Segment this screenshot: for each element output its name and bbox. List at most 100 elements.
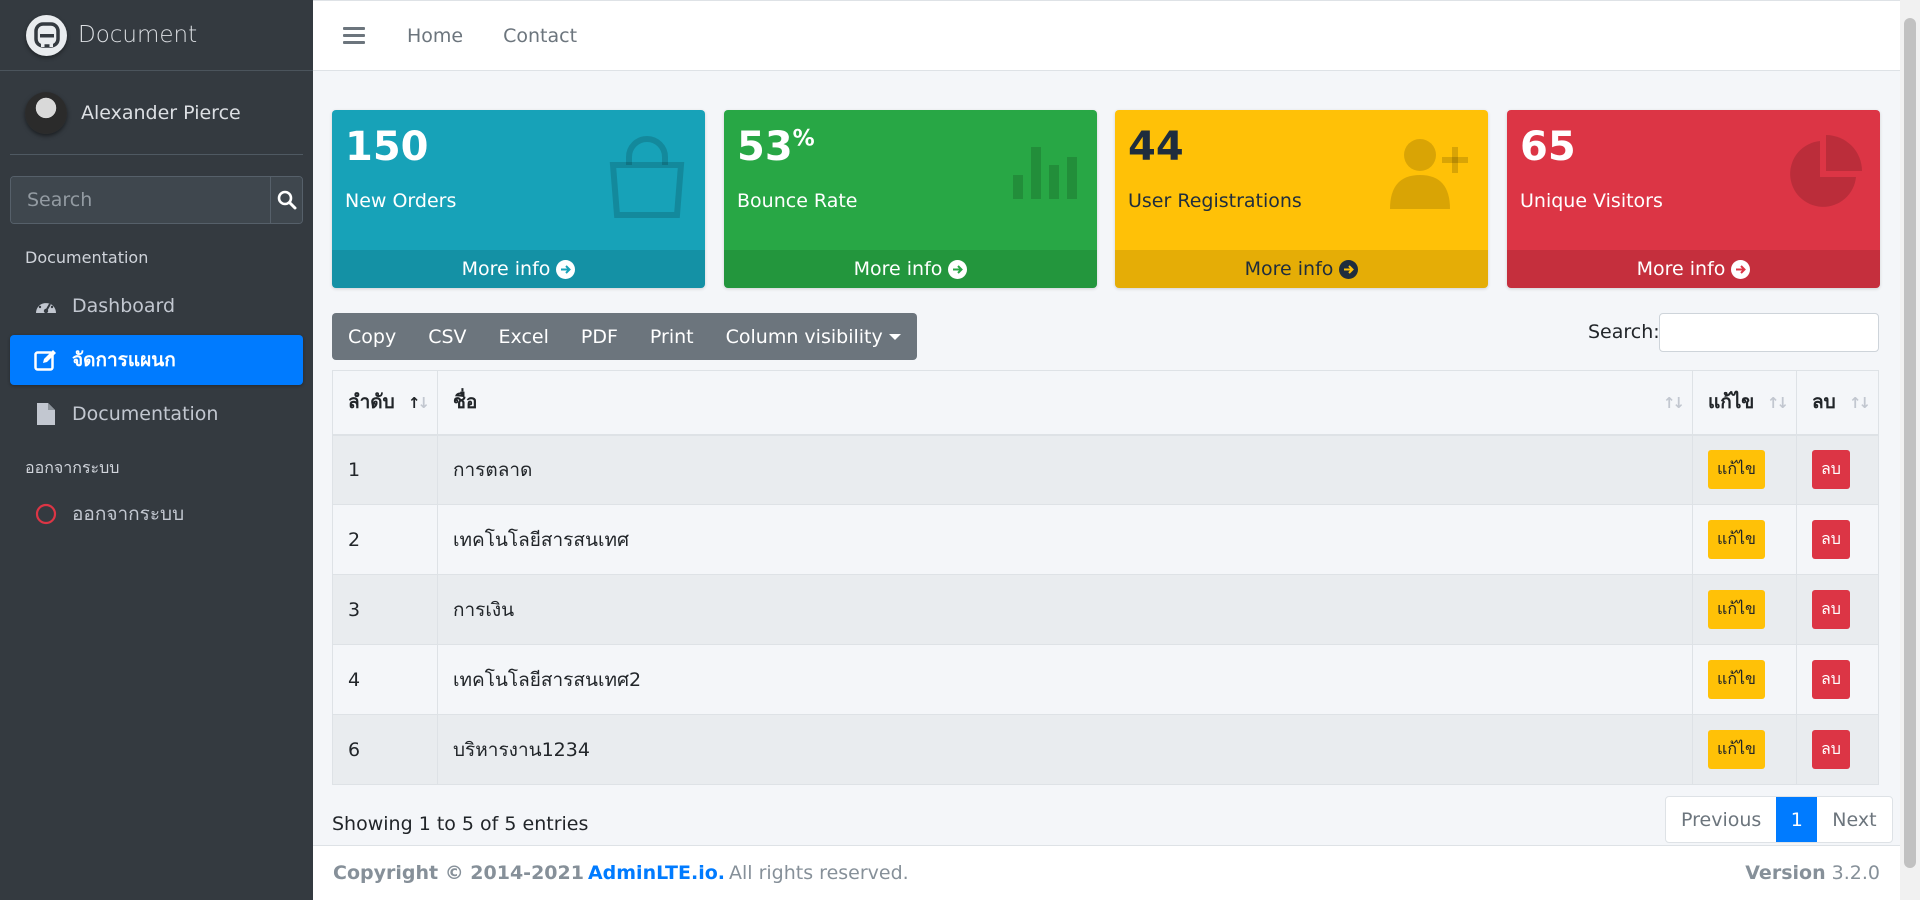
sidebar-search-input[interactable] xyxy=(11,177,270,223)
stat-label: Unique Visitors xyxy=(1520,190,1663,212)
edit-button[interactable]: แก้ไข xyxy=(1708,450,1765,490)
sidebar-item-department[interactable]: จัดการแผนก xyxy=(10,335,303,385)
print-button[interactable]: Print xyxy=(634,313,710,360)
search-icon xyxy=(277,190,296,210)
stat-box-registrations: 44 User Registrations More info xyxy=(1115,110,1488,288)
user-name[interactable]: Alexander Pierce xyxy=(81,102,241,124)
stat-label: User Registrations xyxy=(1128,190,1302,212)
cell-order: 2 xyxy=(332,504,438,575)
table-row: 4 เทคโนโลยีสารสนเทศ2 แก้ไข ลบ xyxy=(332,644,1879,715)
sidebar-item-dashboard[interactable]: Dashboard xyxy=(10,281,303,331)
column-visibility-button[interactable]: Column visibility xyxy=(710,313,917,360)
adminlte-link[interactable]: AdminLTE.io. xyxy=(588,862,725,884)
sort-asc-icon: ↑↓ xyxy=(407,394,430,412)
nav-header-documentation: Documentation xyxy=(25,248,149,267)
stat-value: 44 xyxy=(1128,124,1184,170)
user-panel[interactable]: Alexander Pierce xyxy=(10,71,303,155)
sidebar-item-documentation[interactable]: Documentation xyxy=(10,389,303,439)
edit-button[interactable]: แก้ไข xyxy=(1708,730,1765,769)
sort-icon: ↑↓ xyxy=(1848,394,1871,412)
pagination: Previous 1 Next xyxy=(1665,796,1893,843)
column-header-name[interactable]: ชื่อ ↑↓ xyxy=(437,370,1693,436)
table-row: 1 การตลาด แก้ไข ลบ xyxy=(332,434,1879,505)
cell-name: บริหารงาน1234 xyxy=(437,714,1693,785)
main-footer: Copyright © 2014-2021 AdminLTE.io. All r… xyxy=(313,845,1900,900)
version-info: Version 3.2.0 xyxy=(1745,862,1880,884)
cell-order: 3 xyxy=(332,574,438,645)
column-header-edit[interactable]: แก้ไข ↑↓ xyxy=(1692,370,1797,436)
edit-button[interactable]: แก้ไข xyxy=(1708,520,1765,559)
bar-chart-icon xyxy=(1013,147,1077,199)
file-icon xyxy=(34,402,58,426)
stat-value: 150 xyxy=(345,124,429,170)
scrollbar-thumb[interactable] xyxy=(1904,18,1916,868)
stat-label: Bounce Rate xyxy=(737,190,858,212)
sidebar-search-button[interactable] xyxy=(270,177,302,223)
edit-button[interactable]: แก้ไข xyxy=(1708,590,1765,629)
logo-icon xyxy=(26,14,67,56)
delete-button[interactable]: ลบ xyxy=(1812,660,1850,699)
edit-icon xyxy=(34,348,58,372)
stat-box-orders: 150 New Orders More info xyxy=(332,110,705,288)
menu-toggle-icon[interactable] xyxy=(343,27,365,44)
main-sidebar: Document Alexander Pierce Documentation … xyxy=(0,0,313,900)
rights-text: All rights reserved. xyxy=(729,862,909,884)
nav-link-home[interactable]: Home xyxy=(407,25,463,47)
table-search-label: Search: xyxy=(1588,321,1660,343)
pdf-button[interactable]: PDF xyxy=(565,313,634,360)
cell-name: การเงิน xyxy=(437,574,1693,645)
cell-order: 1 xyxy=(332,434,438,505)
dashboard-icon xyxy=(34,294,58,318)
edit-button[interactable]: แก้ไข xyxy=(1708,660,1765,699)
cell-name: การตลาด xyxy=(437,434,1693,505)
more-info-link[interactable]: More info xyxy=(1115,250,1488,288)
pie-chart-icon xyxy=(1790,135,1862,207)
more-info-link[interactable]: More info xyxy=(724,250,1097,288)
table-info: Showing 1 to 5 of 5 entries xyxy=(332,813,589,835)
sidebar-search xyxy=(10,176,303,224)
cell-name: เทคโนโลยีสารสนเทศ2 xyxy=(437,644,1693,715)
export-button-group: Copy CSV Excel PDF Print Column visibili… xyxy=(332,313,917,360)
delete-button[interactable]: ลบ xyxy=(1812,520,1850,559)
shopping-bag-icon xyxy=(609,136,685,218)
user-plus-icon xyxy=(1390,139,1468,209)
top-navbar: Home Contact xyxy=(313,0,1900,71)
more-info-link[interactable]: More info xyxy=(1507,250,1880,288)
column-header-order[interactable]: ลำดับ ↑↓ xyxy=(332,370,438,436)
page-button-1[interactable]: 1 xyxy=(1776,797,1818,842)
stat-box-visitors: 65 Unique Visitors More info xyxy=(1507,110,1880,288)
arrow-circle-right-icon xyxy=(1731,259,1751,279)
nav-link-contact[interactable]: Contact xyxy=(503,25,577,47)
copyright-text: Copyright © 2014-2021 xyxy=(333,862,584,884)
previous-page-button[interactable]: Previous xyxy=(1666,797,1776,842)
arrow-circle-right-icon xyxy=(948,259,968,279)
next-page-button[interactable]: Next xyxy=(1817,797,1891,842)
table-row: 3 การเงิน แก้ไข ลบ xyxy=(332,574,1879,645)
cell-name: เทคโนโลยีสารสนเทศ xyxy=(437,504,1693,575)
cell-order: 4 xyxy=(332,644,438,715)
sort-icon: ↑↓ xyxy=(1662,394,1685,412)
excel-button[interactable]: Excel xyxy=(483,313,565,360)
delete-button[interactable]: ลบ xyxy=(1812,590,1850,629)
column-header-delete[interactable]: ลบ ↑↓ xyxy=(1796,370,1879,436)
nav-header-logout: ออกจากระบบ xyxy=(25,458,120,477)
department-table: ลำดับ ↑↓ ชื่อ ↑↓ แก้ไข ↑↓ ลบ ↑↓ 1 การตลาด แก… xyxy=(332,370,1879,785)
sidebar-item-label: จัดการแผนก xyxy=(72,349,176,371)
stat-label: New Orders xyxy=(345,190,457,212)
delete-button[interactable]: ลบ xyxy=(1812,730,1850,769)
table-search-input[interactable] xyxy=(1659,313,1879,352)
stat-value: 53% xyxy=(737,124,815,170)
page-scrollbar[interactable] xyxy=(1900,0,1920,900)
table-row: 6 บริหารงาน1234 แก้ไข ลบ xyxy=(332,714,1879,785)
stat-box-bounce: 53% Bounce Rate More info xyxy=(724,110,1097,288)
csv-button[interactable]: CSV xyxy=(412,313,482,360)
sidebar-item-label: Dashboard xyxy=(72,295,176,317)
sidebar-item-logout[interactable]: ออกจากระบบ xyxy=(10,489,303,539)
brand-link[interactable]: Document xyxy=(0,0,313,71)
caret-down-icon xyxy=(888,333,901,340)
delete-button[interactable]: ลบ xyxy=(1812,450,1850,490)
more-info-link[interactable]: More info xyxy=(332,250,705,288)
sort-icon: ↑↓ xyxy=(1766,394,1789,412)
sidebar-item-label: ออกจากระบบ xyxy=(72,503,185,525)
copy-button[interactable]: Copy xyxy=(332,313,412,360)
